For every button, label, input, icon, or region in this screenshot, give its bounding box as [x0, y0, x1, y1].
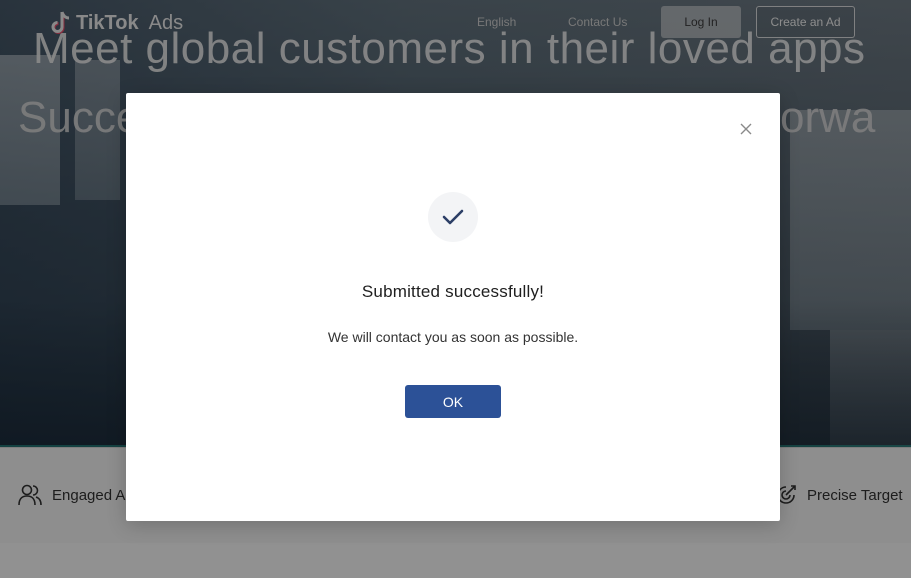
checkmark-icon [442, 209, 464, 225]
dialog-title: Submitted successfully! [361, 282, 545, 301]
success-badge [428, 192, 478, 242]
dialog-message: We will contact you as soon as possible. [327, 329, 579, 345]
success-dialog: Submitted successfully! We will contact … [126, 93, 780, 521]
close-icon[interactable] [739, 122, 753, 136]
page: Meet global customers in their loved app… [0, 0, 911, 578]
ok-button[interactable]: OK [405, 385, 501, 418]
